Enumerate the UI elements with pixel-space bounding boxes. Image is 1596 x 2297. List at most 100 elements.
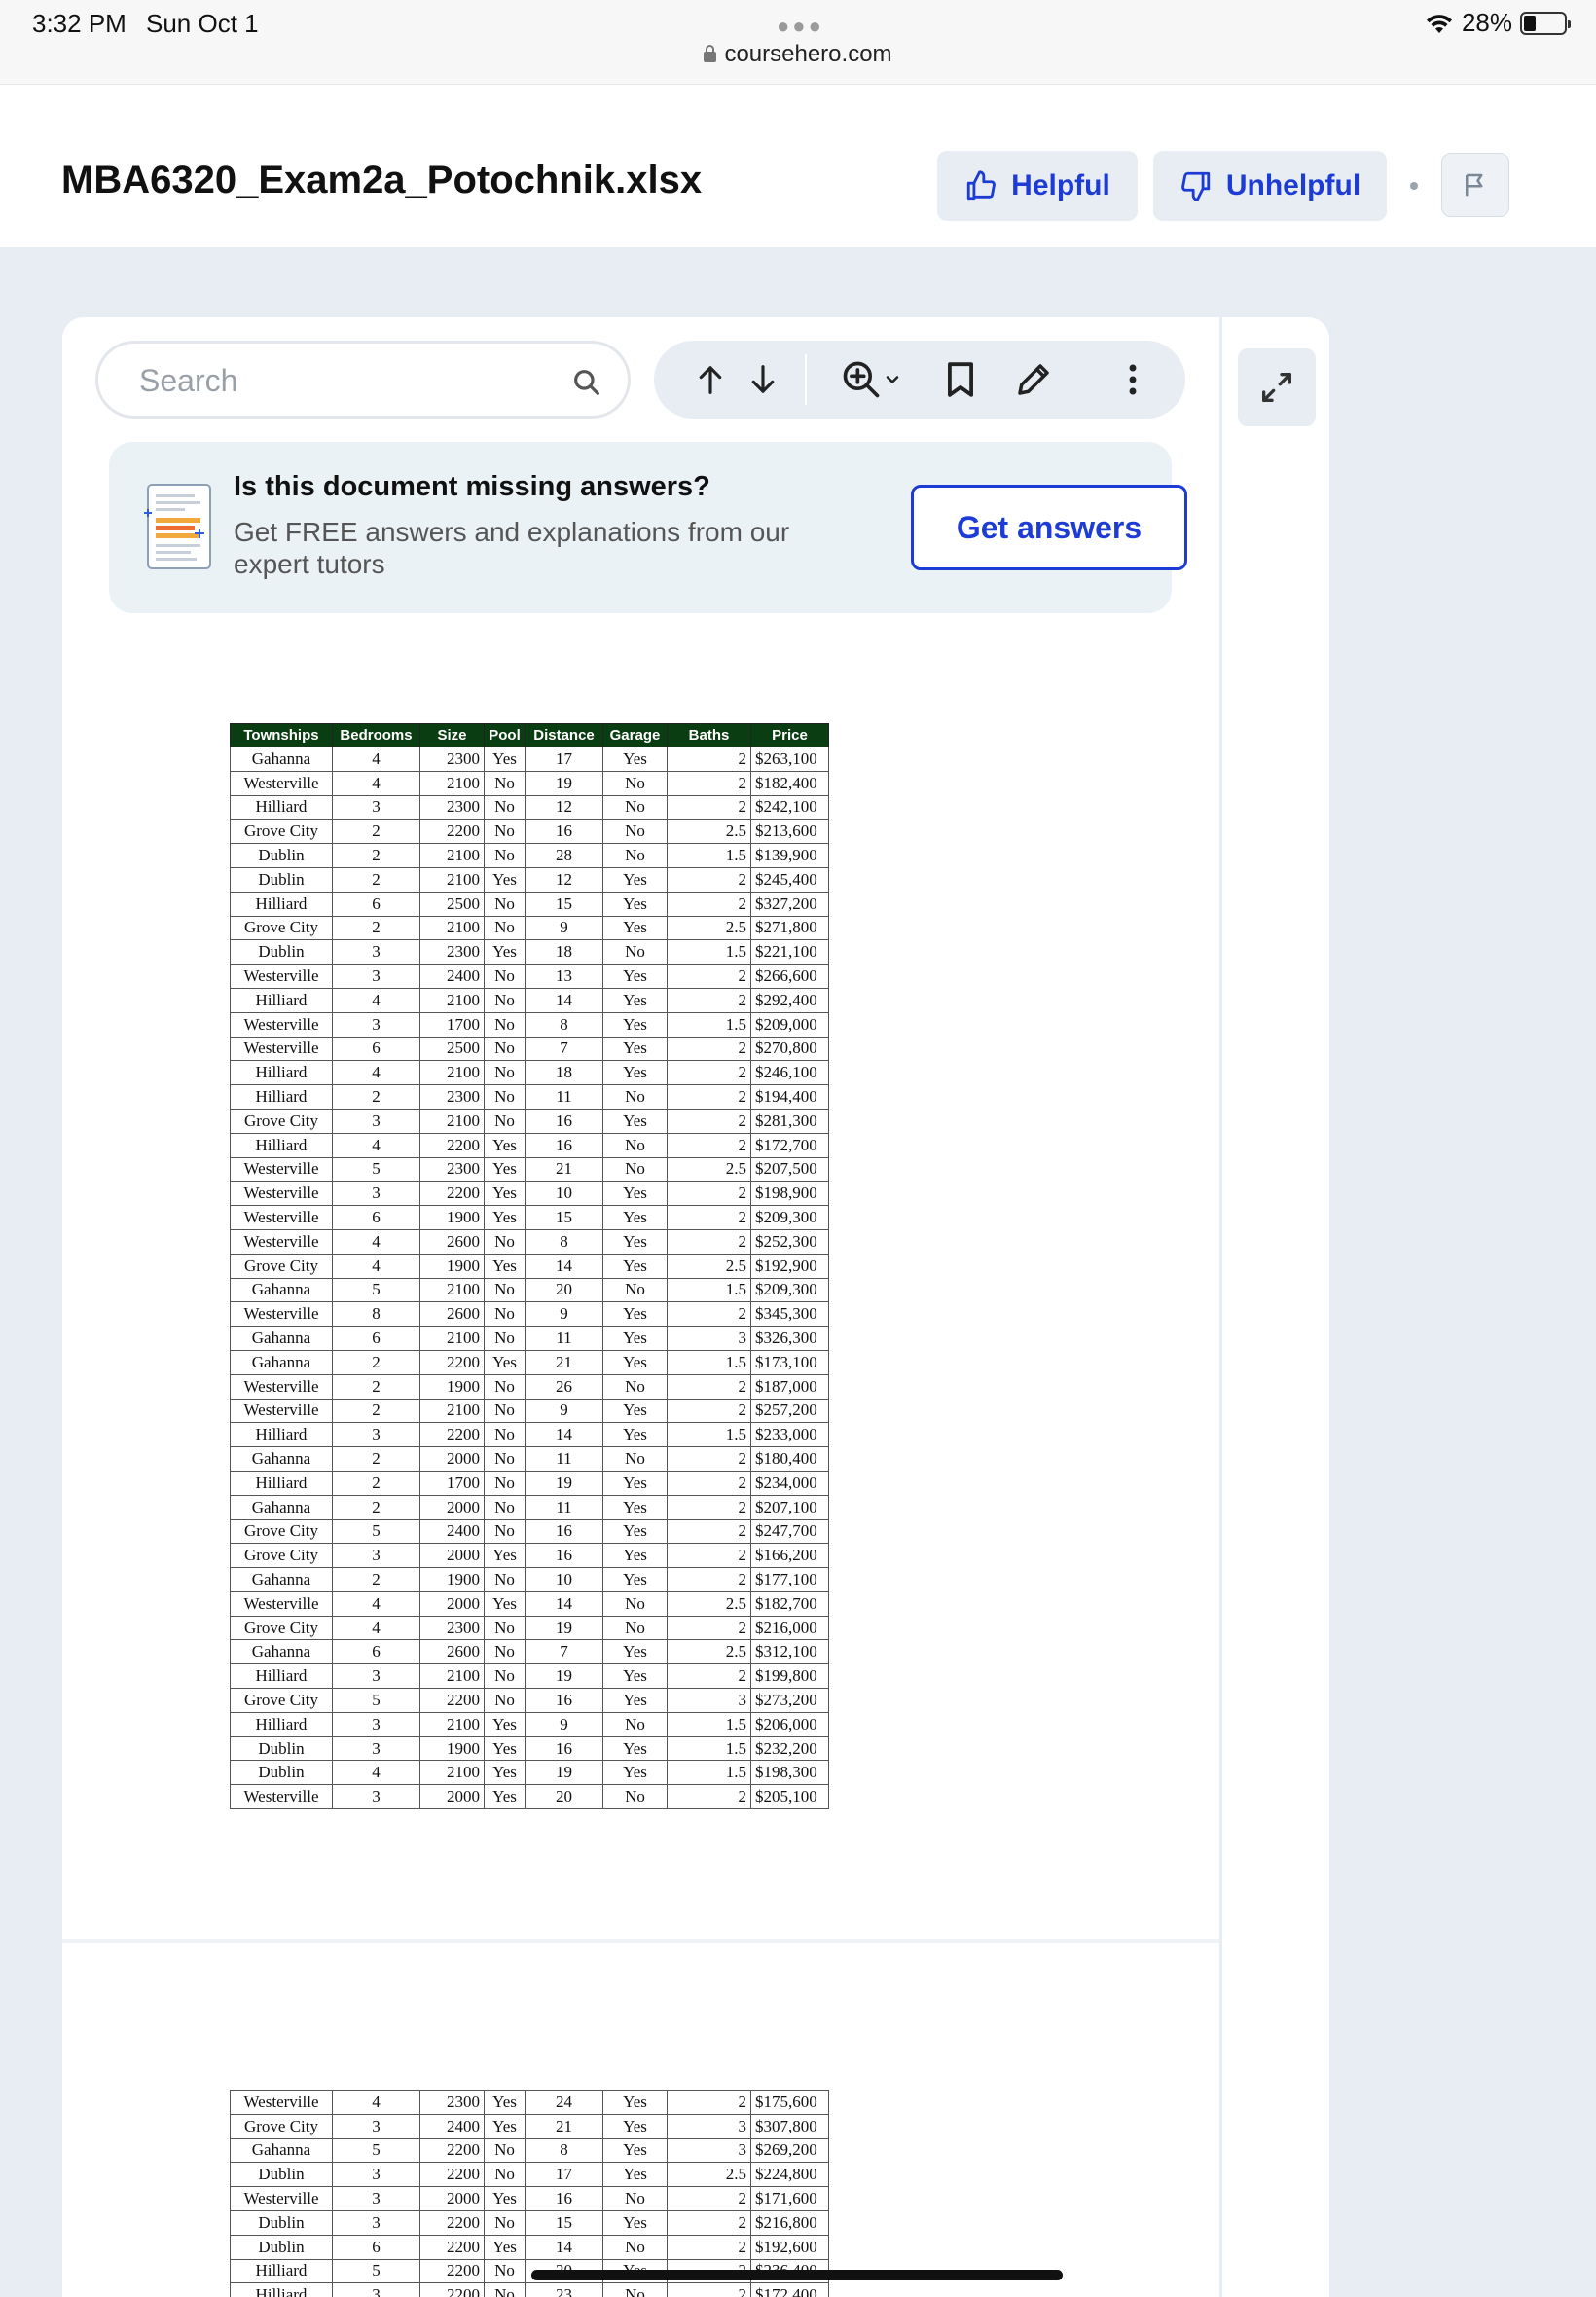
table-cell: 2.5 (667, 1156, 751, 1183)
table-row: Gahanna 2 2000 No 11 No 2 $180,400 (230, 1446, 829, 1472)
table-cell: 4 (332, 1590, 420, 1617)
table-cell: 1900 (419, 1253, 485, 1279)
table-cell: 2 (332, 1373, 420, 1400)
table-cell: $247,700 (750, 1518, 829, 1545)
table-cell: Hilliard (230, 794, 333, 820)
table-cell: 20 (525, 1784, 603, 1810)
table-cell: Dublin (230, 1735, 333, 1762)
table-cell: Grove City (230, 1518, 333, 1545)
table-cell: 2200 (419, 1688, 485, 1713)
table-row: Westerville 4 2300 Yes 24 Yes 2 $175,600 (230, 2090, 829, 2115)
table-cell: 13 (525, 964, 603, 989)
table-cell: 14 (525, 1253, 603, 1279)
table-cell: 1.5 (667, 843, 751, 868)
table-cell: 9 (525, 915, 603, 941)
table-cell: No (484, 1639, 526, 1665)
table-cell: Westerville (230, 770, 333, 796)
table-cell: Grove City (230, 1253, 333, 1279)
table-cell: 2 (667, 987, 751, 1013)
table-cell: 9 (525, 1711, 603, 1737)
table-cell: 10 (525, 1567, 603, 1592)
table-cell: Yes (484, 1784, 526, 1810)
table-cell: 14 (525, 1422, 603, 1448)
table-cell: 3 (332, 939, 420, 966)
table-cell: No (484, 2209, 526, 2236)
table-cell: 18 (525, 1060, 603, 1086)
table-cell: No (602, 1711, 668, 1737)
table-cell: Hilliard (230, 1060, 333, 1086)
table-row: Westerville 3 2000 Yes 20 No 2 $205,100 (230, 1784, 829, 1810)
table-cell: 2 (332, 1349, 420, 1375)
table-cell: $205,100 (750, 1784, 829, 1810)
table-row: Grove City 5 2400 No 16 Yes 2 $247,700 (230, 1518, 829, 1545)
table-cell: No (484, 1494, 526, 1520)
table-cell: Yes (602, 1060, 668, 1086)
table-cell: 21 (525, 1156, 603, 1183)
table-cell: 3 (332, 2282, 420, 2297)
table-cell: 2 (332, 915, 420, 941)
table-cell: Yes (602, 1688, 668, 1713)
table-cell: Yes (484, 1132, 526, 1158)
table-cell: No (602, 1615, 668, 1641)
table-cell: $209,300 (750, 1205, 829, 1230)
table-cell: No (602, 1132, 668, 1158)
table-cell: 21 (525, 1349, 603, 1375)
table-cell: 2.5 (667, 1639, 751, 1665)
column-header: Size (419, 723, 485, 747)
table-cell: $242,100 (750, 794, 829, 820)
table-cell: 2400 (419, 2113, 485, 2139)
table-cell: No (602, 1784, 668, 1810)
table-cell: 2 (667, 794, 751, 820)
table-cell: 6 (332, 1639, 420, 1665)
table-cell: 5 (332, 2137, 420, 2164)
spreadsheet-table-page1: Townships Bedrooms Size Pool Distance Garage B… (230, 723, 829, 1810)
table-cell: 2100 (419, 1663, 485, 1690)
table-cell: $292,400 (750, 987, 829, 1013)
table-cell: No (484, 843, 526, 868)
table-cell: Yes (602, 964, 668, 989)
table-cell: 15 (525, 2209, 603, 2236)
table-cell: 2.5 (667, 1253, 751, 1279)
table-cell: No (484, 1326, 526, 1351)
table-cell: Yes (602, 1567, 668, 1592)
table-cell: 3 (332, 964, 420, 989)
table-cell: Yes (602, 1639, 668, 1665)
table-cell: Yes (602, 987, 668, 1013)
table-cell: $269,200 (750, 2137, 829, 2164)
table-cell: $199,800 (750, 1663, 829, 1690)
table-row: Hilliard 3 2200 No 14 Yes 1.5 $233,000 (230, 1422, 829, 1448)
table-cell: 11 (525, 1446, 603, 1472)
table-row: Westerville 6 2500 No 7 Yes 2 $270,800 (230, 1036, 829, 1062)
table-cell: Grove City (230, 1108, 333, 1134)
table-cell: 21 (525, 2113, 603, 2139)
table-cell: No (484, 1228, 526, 1255)
table-cell: 15 (525, 891, 603, 917)
home-indicator[interactable] (531, 2270, 1063, 2280)
table-cell: 1.5 (667, 1277, 751, 1303)
table-cell: $263,100 (750, 747, 829, 772)
table-cell: 2300 (419, 939, 485, 966)
table-cell: $216,800 (750, 2209, 829, 2236)
table-cell: Yes (602, 1108, 668, 1134)
table-cell: 2.5 (667, 1590, 751, 1617)
table-cell: 6 (332, 891, 420, 917)
table-cell: $187,000 (750, 1373, 829, 1400)
table-cell: 2 (332, 843, 420, 868)
table-cell: 2 (667, 964, 751, 989)
table-cell: $207,100 (750, 1494, 829, 1520)
table-cell: $172,400 (750, 2282, 829, 2297)
table-cell: 16 (525, 1543, 603, 1569)
table-cell: 5 (332, 2258, 420, 2284)
table-row: Westerville 2 2100 No 9 Yes 2 $257,200 (230, 1398, 829, 1424)
table-cell: 2200 (419, 2234, 485, 2260)
table-cell: 3 (332, 2162, 420, 2188)
table-cell: No (602, 770, 668, 796)
table-cell: Westerville (230, 1373, 333, 1400)
table-cell: 3 (332, 2209, 420, 2236)
table-cell: $257,200 (750, 1398, 829, 1424)
table-row: Dublin 3 1900 Yes 16 Yes 1.5 $232,200 (230, 1735, 829, 1762)
table-cell: Yes (484, 1711, 526, 1737)
table-row: Hilliard 3 2300 No 12 No 2 $242,100 (230, 794, 829, 820)
table-cell: 2 (667, 1301, 751, 1328)
table-cell: $246,100 (750, 1060, 829, 1086)
